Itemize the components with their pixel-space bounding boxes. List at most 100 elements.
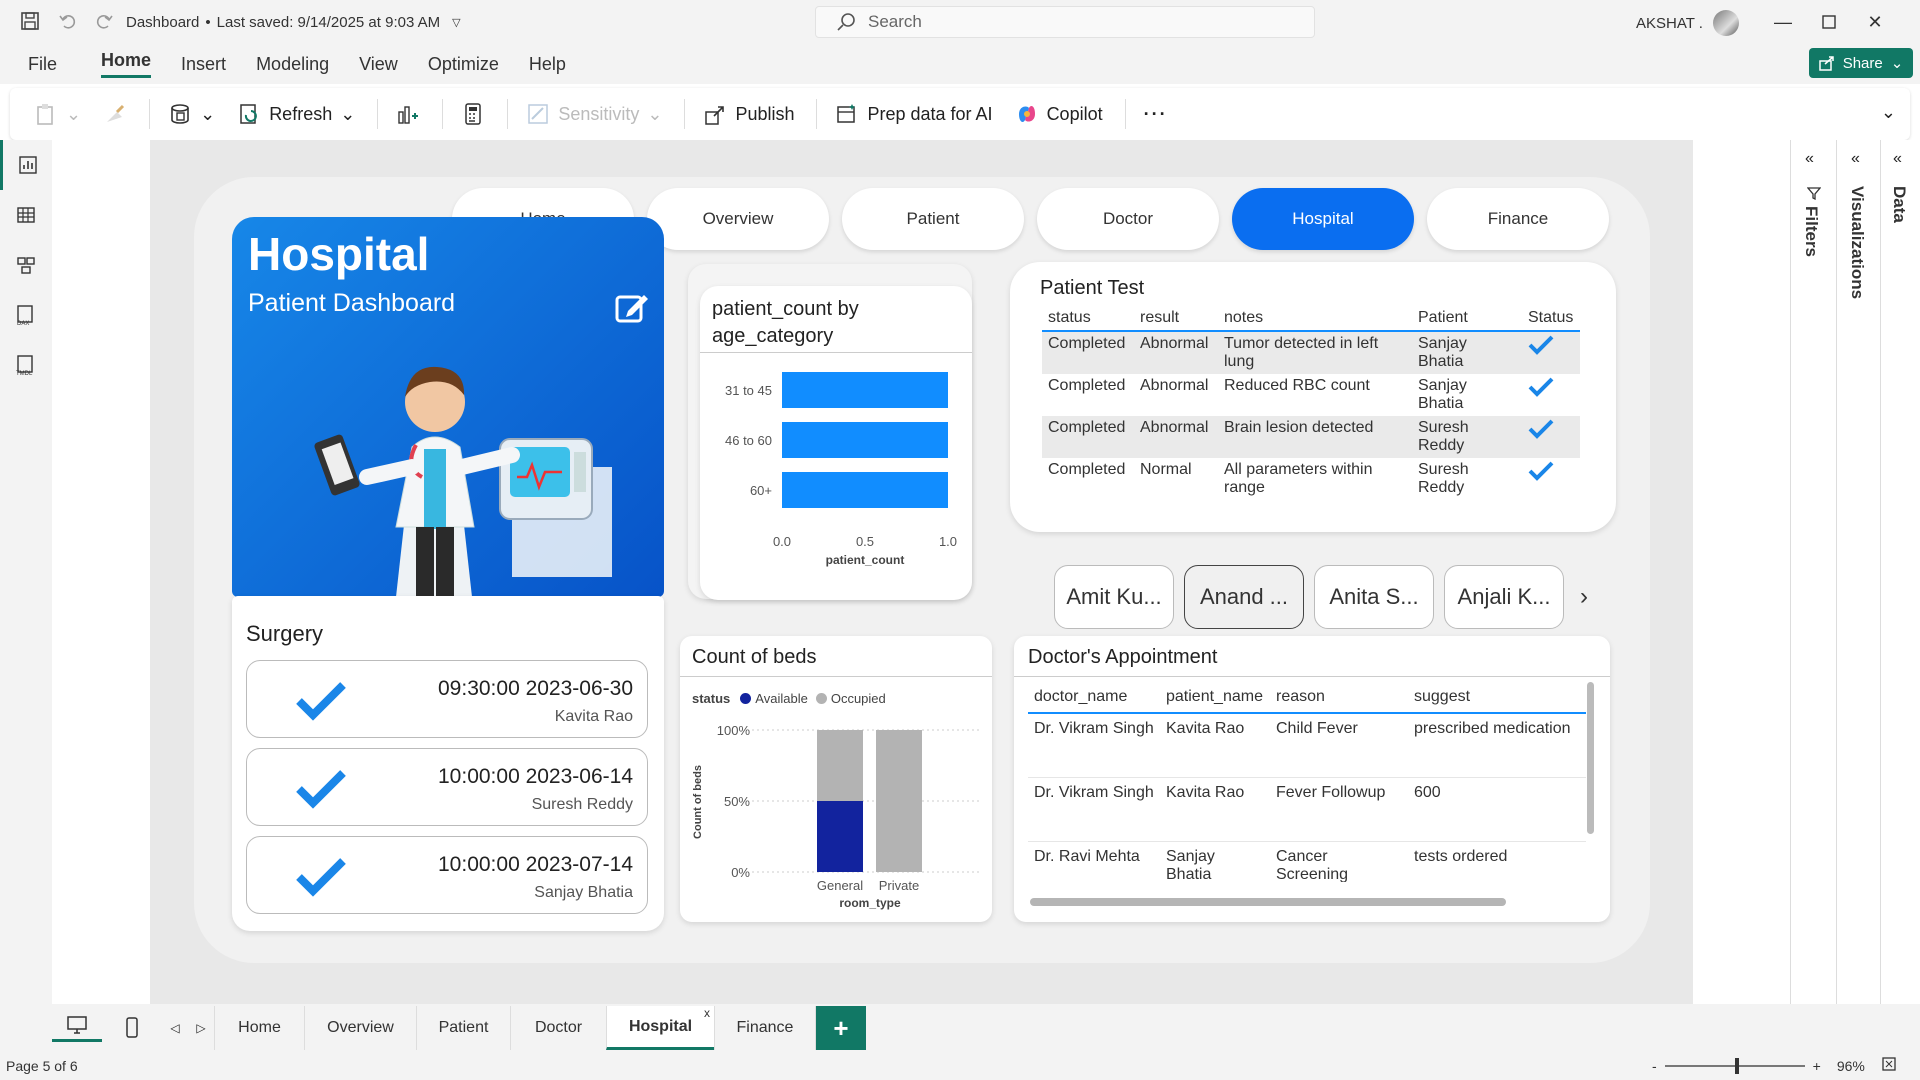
file-name[interactable]: Dashboard: [126, 14, 199, 31]
collapse-left-icon[interactable]: «: [1805, 150, 1814, 168]
tab-patient[interactable]: Patient: [416, 1006, 510, 1050]
table-view-icon[interactable]: [0, 190, 52, 240]
page-tabs-bar: ◁ ▷ Home Overview Patient Doctor Hospita…: [0, 1004, 1920, 1052]
nav-patient-button[interactable]: Patient: [842, 188, 1024, 250]
dax-query-icon[interactable]: DAX: [0, 290, 52, 340]
more-options-button[interactable]: ···: [1144, 104, 1168, 125]
tab-scroll-right-icon[interactable]: ▷: [188, 1021, 214, 1035]
table-row[interactable]: Dr. Vikram Singh Kavita Rao Fever Followup…: [1028, 777, 1586, 841]
chevron-right-icon[interactable]: ›: [1580, 583, 1588, 611]
menu-optimize[interactable]: Optimize: [428, 54, 499, 75]
table-row[interactable]: Completed Abnormal Tumor detected in left …: [1042, 331, 1580, 374]
save-icon[interactable]: [20, 11, 40, 36]
close-tab-icon[interactable]: x: [704, 1006, 710, 1020]
visualizations-pane[interactable]: « Visualizations: [1836, 140, 1880, 1050]
sensitivity-button[interactable]: Sensitivity ⌄: [526, 102, 662, 126]
paste-button[interactable]: ⌄: [34, 102, 81, 126]
desktop-layout-icon[interactable]: [52, 1015, 102, 1042]
col-header[interactable]: reason: [1270, 682, 1408, 713]
menu-insert[interactable]: Insert: [181, 54, 226, 75]
x-tick-label: 1.0: [939, 534, 957, 549]
col-header[interactable]: notes: [1218, 306, 1412, 331]
col-header[interactable]: suggest: [1408, 682, 1586, 713]
doctor-chip-selected[interactable]: Anand ...: [1184, 565, 1304, 629]
zoom-out-icon[interactable]: -: [1652, 1058, 1657, 1074]
chevron-down-icon[interactable]: ▽: [452, 16, 460, 29]
doctor-chip[interactable]: Anita S...: [1314, 565, 1434, 629]
format-painter-button[interactable]: [103, 102, 127, 126]
tab-hospital[interactable]: Hospital x: [606, 1006, 714, 1050]
surgery-item[interactable]: 10:00:00 2023-07-14 Sanjay Bhatia: [246, 836, 648, 914]
col-header[interactable]: status: [1042, 306, 1134, 331]
new-visual-button[interactable]: [396, 102, 420, 126]
status-cell: [1522, 331, 1580, 374]
undo-icon[interactable]: [58, 11, 78, 36]
tmdl-view-icon[interactable]: TMDL: [0, 340, 52, 390]
new-measure-button[interactable]: [461, 102, 485, 126]
maximize-icon[interactable]: [1806, 0, 1852, 44]
zoom-in-icon[interactable]: +: [1813, 1058, 1821, 1074]
col-header[interactable]: result: [1134, 306, 1218, 331]
horizontal-scrollbar[interactable]: [1030, 898, 1506, 906]
doctor-chip[interactable]: Anjali K...: [1444, 565, 1564, 629]
share-button[interactable]: Share ⌄: [1809, 48, 1913, 78]
edit-icon[interactable]: [614, 289, 650, 330]
nav-finance-button[interactable]: Finance: [1427, 188, 1609, 250]
model-view-icon[interactable]: [0, 240, 52, 290]
fit-page-icon[interactable]: [1881, 1056, 1897, 1075]
get-data-button[interactable]: ⌄: [168, 102, 215, 126]
refresh-button[interactable]: Refresh ⌄: [237, 102, 355, 126]
col-header[interactable]: patient_name: [1160, 682, 1270, 713]
menu-home[interactable]: Home: [101, 50, 152, 78]
tab-doctor[interactable]: Doctor: [510, 1006, 606, 1050]
y-axis-label: Count of beds: [692, 765, 704, 839]
collapse-left-icon[interactable]: «: [1851, 150, 1860, 168]
col-header[interactable]: Patient: [1412, 306, 1522, 331]
avatar[interactable]: [1712, 10, 1739, 36]
table-cell: Kavita Rao: [1166, 720, 1245, 737]
mobile-layout-icon[interactable]: [102, 1017, 162, 1039]
redo-icon[interactable]: [94, 11, 114, 36]
doctor-chip[interactable]: Amit Ku...: [1054, 565, 1174, 629]
menu-file[interactable]: File: [28, 54, 57, 75]
publish-button[interactable]: Publish: [703, 102, 794, 126]
table-row[interactable]: Completed Normal All parameters within ran…: [1042, 458, 1580, 500]
tab-overview[interactable]: Overview: [304, 1006, 416, 1050]
data-pane[interactable]: « Data: [1880, 140, 1920, 1050]
table-row[interactable]: Dr. Vikram Singh Kavita Rao Child Fever pre…: [1028, 713, 1586, 777]
collapse-ribbon-icon[interactable]: ⌄: [1881, 102, 1896, 123]
nav-overview-button[interactable]: Overview: [647, 188, 829, 250]
prep-data-button[interactable]: Prep data for AI: [835, 102, 993, 126]
filters-pane[interactable]: « Filters: [1790, 140, 1836, 1050]
search-input[interactable]: Search: [815, 6, 1315, 38]
minimize-icon[interactable]: —: [1760, 0, 1806, 44]
table-row[interactable]: Completed Abnormal Reduced RBC count Sanjay…: [1042, 374, 1580, 416]
tab-finance[interactable]: Finance: [714, 1006, 816, 1050]
surgery-item[interactable]: 09:30:00 2023-06-30 Kavita Rao: [246, 660, 648, 738]
vertical-scrollbar[interactable]: [1587, 682, 1594, 834]
add-page-button[interactable]: +: [816, 1006, 866, 1050]
nav-doctor-button[interactable]: Doctor: [1037, 188, 1219, 250]
tab-scroll-left-icon[interactable]: ◁: [162, 1021, 188, 1035]
tab-hospital-label: Hospital: [628, 1017, 693, 1035]
collapse-left-icon[interactable]: «: [1893, 150, 1902, 168]
surgery-item[interactable]: 10:00:00 2023-06-14 Suresh Reddy: [246, 748, 648, 826]
nav-hospital-button[interactable]: Hospital: [1232, 188, 1414, 250]
age-chart-card[interactable]: patient_count by age_category 31 to 45 46…: [700, 286, 972, 600]
menu-modeling[interactable]: Modeling: [256, 54, 329, 75]
menu-help[interactable]: Help: [529, 54, 566, 75]
report-view-icon[interactable]: [0, 140, 52, 190]
col-header[interactable]: Status: [1522, 306, 1580, 331]
col-header[interactable]: doctor_name: [1028, 682, 1160, 713]
database-icon: [171, 104, 189, 124]
table-row[interactable]: Dr. Ravi Mehta Sanjay Bhatia Cancer Screen…: [1028, 841, 1586, 883]
copilot-button[interactable]: Copilot: [1015, 102, 1103, 126]
zoom-slider[interactable]: [1664, 1057, 1805, 1074]
close-icon[interactable]: ✕: [1852, 0, 1898, 44]
beds-chart-card[interactable]: Count of beds status Available Occupied …: [680, 636, 992, 922]
title-divider: [1014, 676, 1610, 677]
table-cell: prescribed medication: [1414, 720, 1571, 737]
tab-home[interactable]: Home: [214, 1006, 304, 1050]
menu-view[interactable]: View: [359, 54, 398, 75]
table-row[interactable]: Completed Abnormal Brain lesion detected Su…: [1042, 416, 1580, 458]
